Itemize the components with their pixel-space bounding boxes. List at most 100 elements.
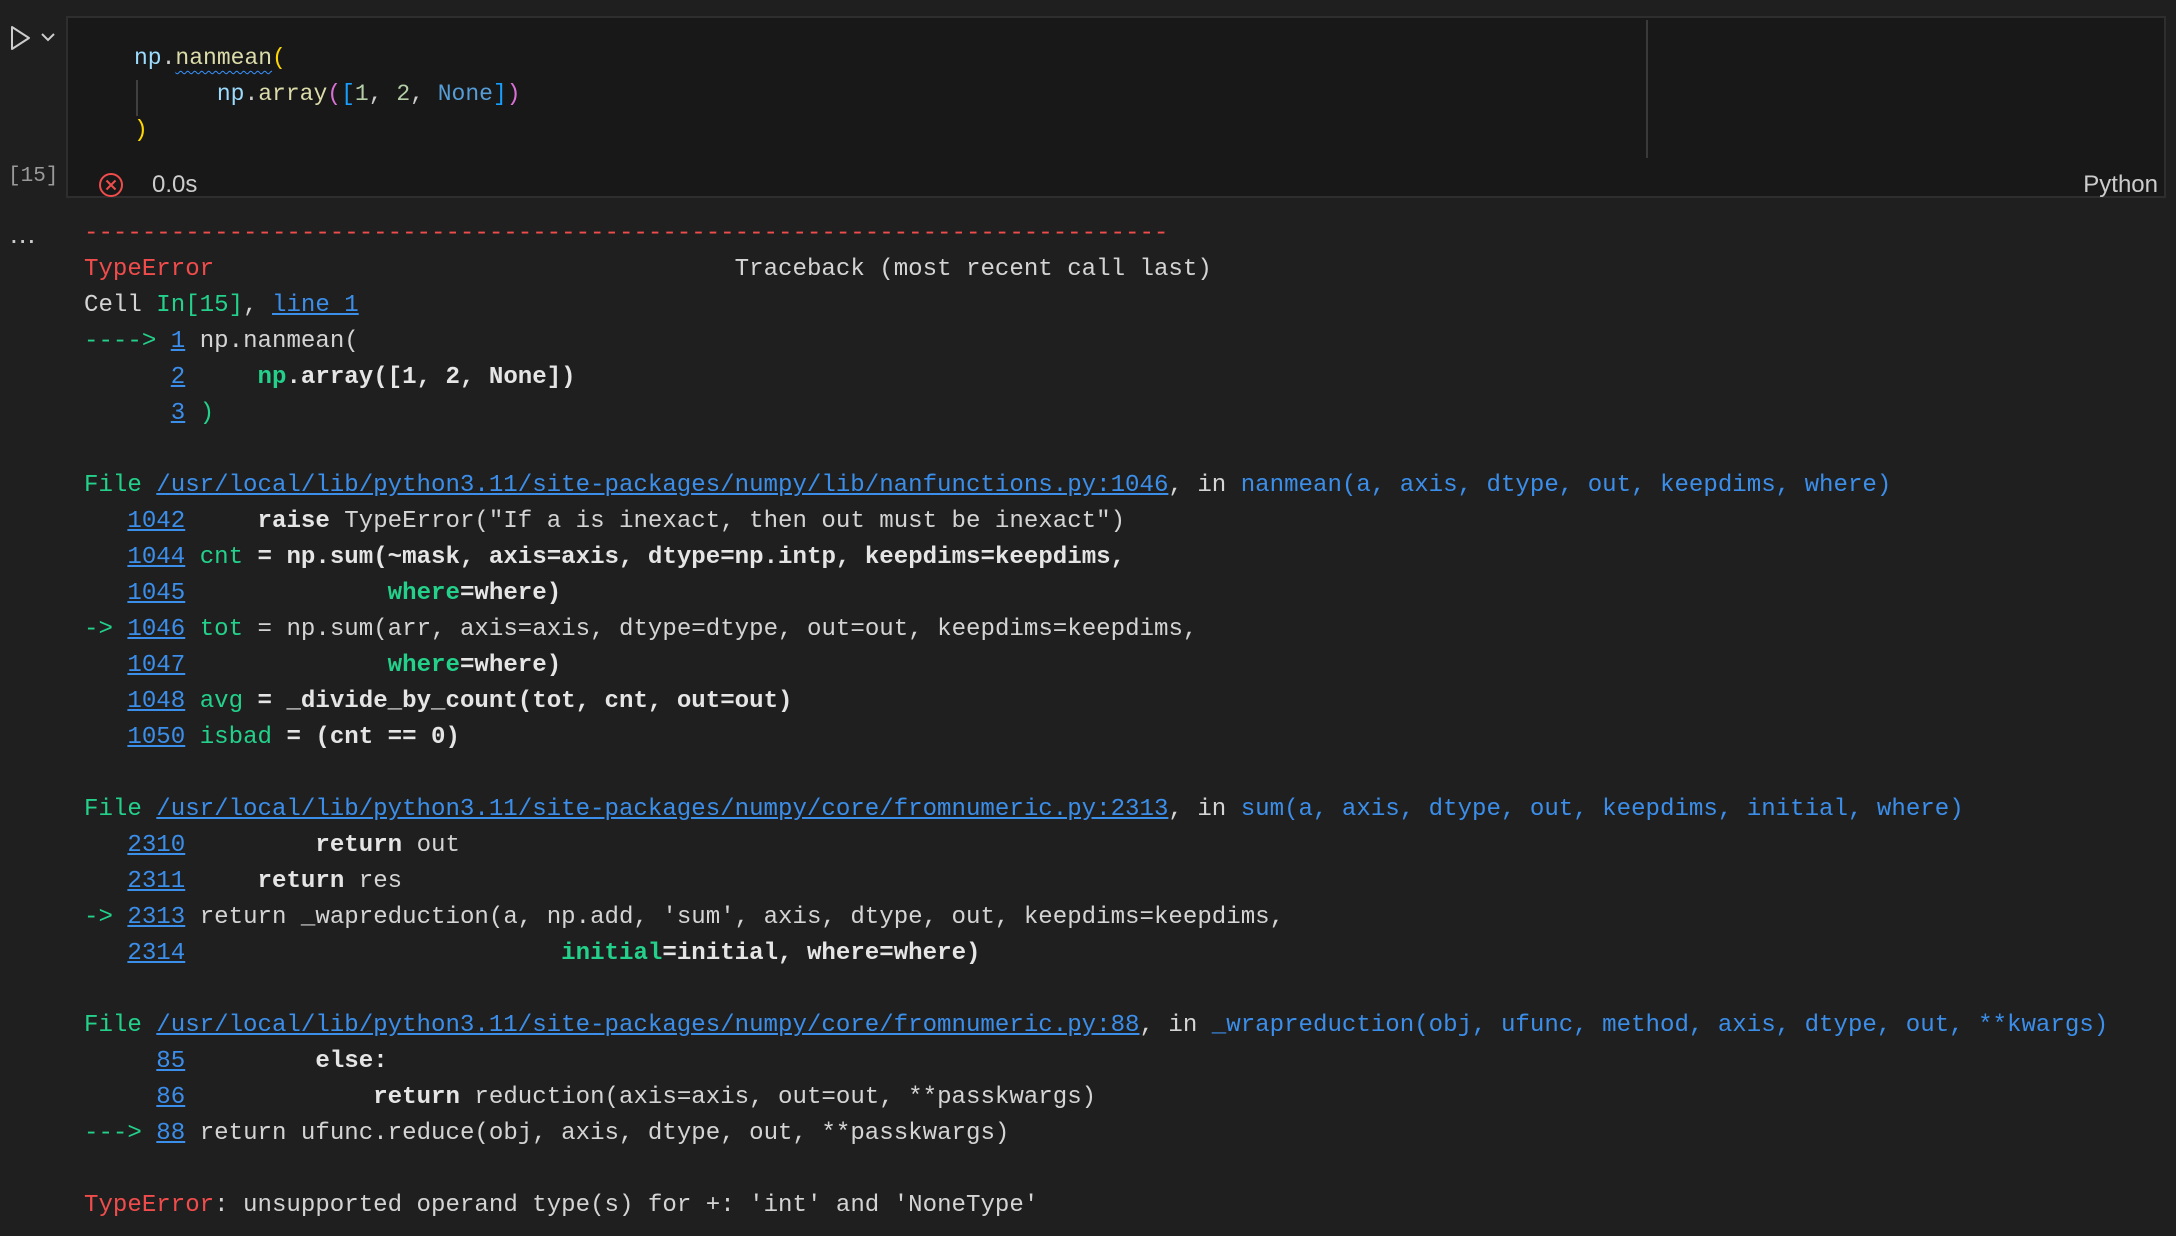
code-cell[interactable]: np.nanmean( np.array([1, 2, None]) ) 0.0…: [66, 16, 2166, 198]
code-keyword: return: [257, 868, 345, 895]
code-token: np: [134, 45, 162, 71]
execution-time: 0.0s: [152, 171, 198, 198]
code-token: .: [161, 45, 176, 71]
arrow-marker: ->: [84, 616, 128, 643]
in-text: , in: [1168, 472, 1241, 499]
traceback-line: 1042 raise TypeError("If a is inexact, t…: [84, 504, 2108, 540]
final-error-message: TypeError: unsupported operand type(s) f…: [84, 1188, 2108, 1224]
code-token: 2: [396, 81, 411, 107]
traceback-title: Traceback (most recent call last): [734, 256, 1212, 283]
code-line-1[interactable]: np.nanmean(: [134, 40, 286, 76]
error-message: : unsupported operand type(s) for +: 'in…: [214, 1192, 1039, 1219]
frame-header: File /usr/local/lib/python3.11/site-pack…: [84, 1008, 2108, 1044]
traceback-line: 1047 where=where): [84, 648, 2108, 684]
code-token: ,: [410, 81, 438, 107]
code-text: = (cnt == 0): [272, 724, 460, 751]
line-number-link[interactable]: 1045: [127, 580, 185, 607]
chevron-down-icon[interactable]: [40, 30, 56, 44]
arrow-marker: ---->: [84, 328, 171, 355]
line-number-link[interactable]: 1047: [127, 652, 185, 679]
line-number-link[interactable]: 1: [171, 328, 185, 355]
traceback-line: 86 return reduction(axis=axis, out=out, …: [84, 1080, 2108, 1116]
traceback-line-current: -> 2313 return _wapreduction(a, np.add, …: [84, 900, 2108, 936]
code-text: = _divide_by_count(tot, cnt, out=out): [243, 688, 793, 715]
line-number-link[interactable]: 1042: [127, 508, 185, 535]
code-token: ]: [492, 81, 507, 107]
cell-in-label: In[15]: [156, 292, 244, 319]
file-path-link[interactable]: /usr/local/lib/python3.11/site-packages/…: [156, 472, 1168, 499]
line-number-link[interactable]: 2314: [127, 940, 185, 967]
traceback-line: ----> 1 np.nanmean(: [84, 324, 2108, 360]
cell-reference: Cell In[15], line 1: [84, 288, 2108, 324]
language-selector[interactable]: Python: [2083, 170, 2158, 200]
error-type: TypeError: [84, 256, 215, 283]
frame-header: File /usr/local/lib/python3.11/site-pack…: [84, 468, 2108, 504]
line-number-link[interactable]: 1044: [127, 544, 185, 571]
line-number-link[interactable]: 2310: [127, 832, 185, 859]
code-token: (: [327, 81, 342, 107]
code-identifier: cnt: [199, 544, 244, 571]
line-number-link[interactable]: 3: [171, 400, 185, 427]
code-text: = np.sum(~mask, axis=axis, dtype=np.intp…: [243, 544, 1126, 571]
traceback-line: 1050 isbad = (cnt == 0): [84, 720, 2108, 756]
traceback-line-current: ---> 88 return ufunc.reduce(obj, axis, d…: [84, 1116, 2108, 1152]
code-identifier: tot: [199, 616, 244, 643]
line-number-link[interactable]: 88: [156, 1120, 185, 1147]
code-token: (: [272, 45, 286, 71]
file-label: File: [84, 1012, 157, 1039]
traceback-rule: ----------------------------------------…: [84, 220, 1168, 247]
arrow-marker: --->: [84, 1120, 157, 1147]
code-text: res: [344, 868, 403, 895]
code-line-2[interactable]: np.array([1, 2, None]): [134, 76, 521, 112]
line-link[interactable]: line 1: [272, 292, 359, 319]
line-number-link[interactable]: 86: [156, 1084, 185, 1111]
line-number-link[interactable]: 1050: [127, 724, 185, 751]
line-number-link[interactable]: 2: [171, 364, 185, 391]
file-path-link[interactable]: /usr/local/lib/python3.11/site-packages/…: [156, 1012, 1139, 1039]
line-number-link[interactable]: 1046: [127, 616, 185, 643]
code-text: ): [185, 400, 215, 427]
code-token: None: [437, 81, 493, 107]
code-line-3[interactable]: ): [134, 112, 148, 148]
in-text: , in: [1139, 1012, 1212, 1039]
line-number-link[interactable]: 2311: [127, 868, 185, 895]
function-name: nanmean: [1240, 472, 1342, 499]
file-label: File: [84, 796, 157, 823]
notebook-view: np.nanmean( np.array([1, 2, None]) ) 0.0…: [0, 0, 2176, 1236]
traceback-line: 2311 return res: [84, 864, 2108, 900]
code-keyword: return: [315, 832, 403, 859]
file-label: File: [84, 472, 157, 499]
play-icon[interactable]: [6, 24, 34, 52]
code-token: array: [258, 81, 328, 107]
function-name: _wrapreduction: [1211, 1012, 1415, 1039]
in-text: , in: [1168, 796, 1241, 823]
cell-label: Cell: [84, 292, 157, 319]
line-number-link[interactable]: 2313: [127, 904, 185, 931]
file-path-link[interactable]: /usr/local/lib/python3.11/site-packages/…: [156, 796, 1168, 823]
line-number-link[interactable]: 85: [156, 1048, 185, 1075]
line-number-link[interactable]: 1048: [127, 688, 185, 715]
traceback-line: 1045 where=where): [84, 576, 2108, 612]
cell-output: ----------------------------------------…: [84, 216, 2108, 1224]
code-text: return ufunc.reduce(obj, axis, dtype, ou…: [199, 1120, 1010, 1147]
ellipsis-icon[interactable]: ...: [10, 220, 36, 248]
